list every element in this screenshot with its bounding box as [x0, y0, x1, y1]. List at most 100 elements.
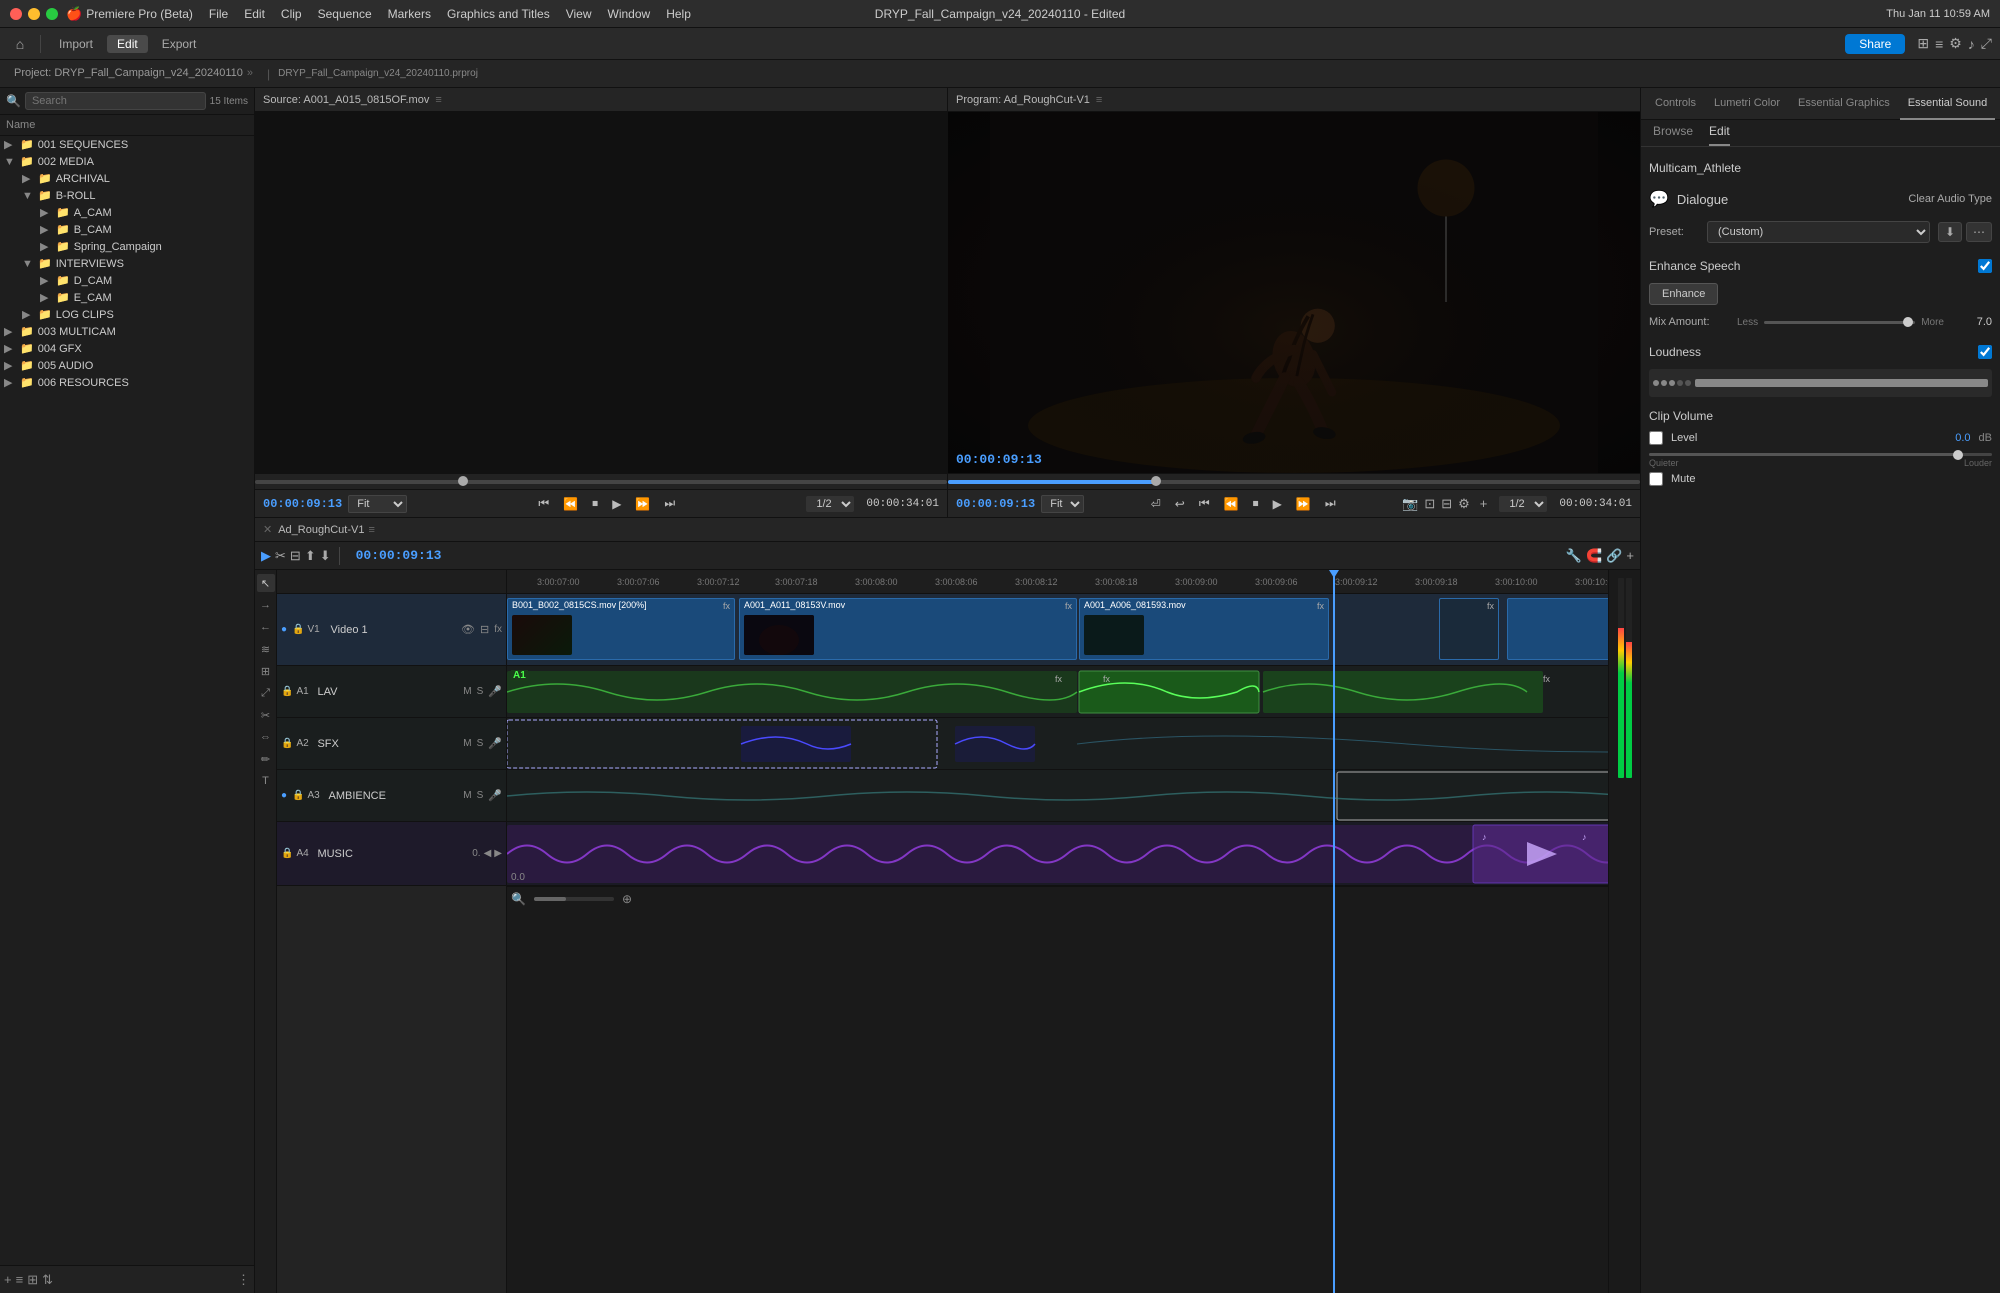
- transport-stepback-icon[interactable]: ⏪: [559, 495, 582, 513]
- tl-tool-icon[interactable]: ▶: [261, 548, 271, 564]
- tab-essential-sound[interactable]: Essential Sound: [1900, 88, 1996, 120]
- tab-controls[interactable]: Controls: [1647, 88, 1704, 120]
- slip-tool-icon[interactable]: ⇔: [257, 728, 275, 746]
- type-tool-icon[interactable]: T: [257, 772, 275, 790]
- a4-increase-vol[interactable]: ▶: [494, 848, 502, 859]
- tl-track-icon[interactable]: ⊟: [290, 548, 301, 564]
- grid-view-icon[interactable]: ⊞: [1917, 35, 1929, 52]
- list-item[interactable]: ▶ 📁 004 GFX: [0, 340, 254, 357]
- timeline-current-timecode[interactable]: 00:00:09:13: [356, 548, 442, 563]
- a3-s-btn[interactable]: S: [477, 790, 484, 801]
- list-item[interactable]: ▶ 📁 005 AUDIO: [0, 357, 254, 374]
- program-monitor-menu[interactable]: ≡: [1096, 94, 1102, 106]
- menu-file[interactable]: File: [209, 7, 228, 21]
- list-item[interactable]: ▶ 📁 B_CAM: [0, 221, 254, 238]
- a2-lock-icon[interactable]: 🔒: [281, 738, 293, 749]
- add-icon[interactable]: +: [1480, 496, 1488, 511]
- list-item[interactable]: ▶ 📁 003 MULTICAM: [0, 323, 254, 340]
- fullscreen-button[interactable]: [46, 8, 58, 20]
- transport-rewind2-icon[interactable]: ⏮: [1195, 494, 1214, 513]
- tl-link-icon[interactable]: 🔗: [1606, 548, 1622, 564]
- tl-lift-icon[interactable]: ⬆: [305, 548, 316, 564]
- home-icon[interactable]: ⌂: [8, 32, 32, 56]
- settings-icon[interactable]: ⚙: [1949, 35, 1962, 52]
- close-button[interactable]: [10, 8, 22, 20]
- list-item[interactable]: ▶ 📁 006 RESOURCES: [0, 374, 254, 391]
- scrubber-thumb[interactable]: [1151, 476, 1161, 486]
- pen-tool-icon[interactable]: ✏: [257, 750, 275, 768]
- transport-stepback2-icon[interactable]: ⏪: [1220, 495, 1243, 513]
- level-slider[interactable]: [1649, 453, 1992, 456]
- rate-tool-icon[interactable]: ⤢: [257, 684, 275, 702]
- track-v1-sync[interactable]: ●: [281, 624, 287, 635]
- mute-checkbox[interactable]: [1649, 472, 1663, 486]
- transport-rewind-icon[interactable]: ⏮: [534, 494, 553, 513]
- video-clip[interactable]: fx: [1507, 598, 1608, 660]
- program-scrubber[interactable]: [948, 473, 1640, 489]
- tab-lumetri[interactable]: Lumetri Color: [1706, 88, 1788, 120]
- video-clip[interactable]: A001_A006_081593.mov fx: [1079, 598, 1329, 660]
- enhance-speech-checkbox[interactable]: [1978, 259, 1992, 273]
- source-monitor-menu[interactable]: ≡: [435, 94, 441, 106]
- transport-stop-icon[interactable]: ⏹: [588, 494, 602, 513]
- zoom-out-icon[interactable]: 🔍: [511, 892, 526, 906]
- a2-mic-icon[interactable]: 🎤: [488, 737, 502, 750]
- list-view-icon[interactable]: ≡: [16, 1272, 24, 1287]
- forward-select-icon[interactable]: →: [257, 596, 275, 614]
- video-clip-selected clip-selected[interactable]: fx: [1439, 598, 1499, 660]
- mark-in-icon[interactable]: ⏎: [1147, 495, 1165, 513]
- apple-menu[interactable]: 🍎: [66, 6, 82, 22]
- preset-options-button[interactable]: ⋯: [1966, 222, 1992, 242]
- fit-select[interactable]: Fit 25% 50% 100%: [348, 495, 407, 513]
- tl-wrench-icon[interactable]: 🔧: [1566, 548, 1582, 564]
- transport-play-icon[interactable]: ▶: [608, 495, 625, 513]
- enhance-button[interactable]: Enhance: [1649, 283, 1718, 305]
- menu-help[interactable]: Help: [666, 7, 691, 21]
- menu-view[interactable]: View: [566, 7, 592, 21]
- compare-icon[interactable]: ⊟: [1441, 496, 1452, 512]
- more-options-icon[interactable]: ⋮: [237, 1272, 250, 1288]
- backward-select-icon[interactable]: ←: [257, 618, 275, 636]
- tl-ripple-icon[interactable]: ✂: [275, 548, 286, 564]
- video-clip[interactable]: A001_A011_08153V.mov fx: [739, 598, 1077, 660]
- a1-lock-icon[interactable]: 🔒: [281, 686, 293, 697]
- transport-stop2-icon[interactable]: ⏹: [1249, 494, 1263, 513]
- source-timecode[interactable]: 00:00:09:13: [263, 497, 342, 511]
- export-button[interactable]: Export: [152, 35, 207, 53]
- program-page-indicator[interactable]: 1/2: [1499, 496, 1547, 512]
- menu-sequence[interactable]: Sequence: [318, 7, 372, 21]
- loudness-checkbox[interactable]: [1978, 345, 1992, 359]
- razor-tool-icon[interactable]: ✂: [257, 706, 275, 724]
- a3-sync[interactable]: ●: [281, 790, 287, 801]
- a4-decrease-vol[interactable]: ◀: [484, 848, 492, 859]
- camera-icon[interactable]: 📷: [1402, 496, 1418, 512]
- list-item[interactable]: ▶ 📁 ARCHIVAL: [0, 170, 254, 187]
- v1-lock-icon[interactable]: 🔒: [292, 624, 304, 635]
- expand-icon[interactable]: ⤢: [1981, 35, 1992, 52]
- transport-stepfwd2-icon[interactable]: ⏩: [1292, 495, 1315, 513]
- menu-markers[interactable]: Markers: [388, 7, 431, 21]
- import-button[interactable]: Import: [49, 35, 103, 53]
- tab-essential-graphics[interactable]: Essential Graphics: [1790, 88, 1898, 120]
- level-thumb[interactable]: [1953, 450, 1963, 460]
- clear-audio-type-button[interactable]: Clear Audio Type: [1908, 193, 1992, 205]
- list-item[interactable]: ▶ 📁 Spring_Campaign: [0, 238, 254, 255]
- list-item[interactable]: ▶ 📁 LOG CLIPS: [0, 306, 254, 323]
- ripple-tool-icon[interactable]: ≋: [257, 640, 275, 658]
- sort-icon[interactable]: ⇅: [42, 1272, 53, 1288]
- program-fit-select[interactable]: Fit: [1041, 495, 1084, 513]
- transport-stepfwd-icon[interactable]: ⏩: [631, 495, 654, 513]
- menu-graphics[interactable]: Graphics and Titles: [447, 7, 550, 21]
- tab-edit[interactable]: Edit: [1709, 124, 1730, 146]
- list-item[interactable]: ▼ 📁 002 MEDIA: [0, 153, 254, 170]
- a1-mic-icon[interactable]: 🎤: [488, 685, 502, 698]
- mix-slider-track[interactable]: [1764, 315, 1915, 329]
- source-scrubber[interactable]: [255, 473, 947, 489]
- tl-add-track-icon[interactable]: +: [1626, 548, 1634, 563]
- audio-icon[interactable]: ♪: [1968, 36, 1975, 52]
- a3-lock-icon[interactable]: 🔒: [292, 790, 304, 801]
- a1-s-btn[interactable]: S: [477, 686, 484, 697]
- search-input[interactable]: [25, 92, 206, 110]
- mark-out-icon[interactable]: ↩: [1171, 495, 1189, 513]
- program-timecode-overlay[interactable]: 00:00:09:13: [956, 452, 1042, 467]
